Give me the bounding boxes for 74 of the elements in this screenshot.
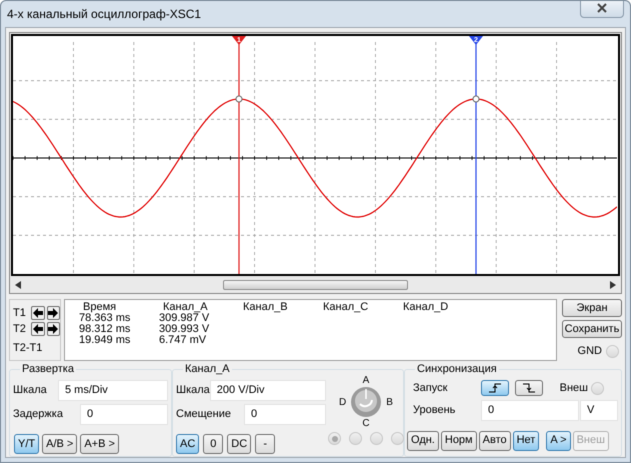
action-button[interactable]: Сохранить — [562, 320, 622, 338]
field-label: Смещение — [176, 407, 232, 422]
toggle-button[interactable]: Авто — [478, 430, 511, 450]
left-arrow-icon — [32, 324, 43, 334]
toggle-button[interactable]: Нет — [512, 430, 540, 450]
arrow-button[interactable] — [46, 322, 60, 336]
table-cell-text: 309.987 V — [158, 313, 210, 324]
edge-button[interactable] — [481, 380, 509, 396]
knob-label: B — [386, 396, 393, 410]
cursor-label: T1 — [13, 306, 27, 320]
radio-button[interactable] — [591, 382, 604, 395]
radio-button[interactable] — [606, 344, 619, 358]
input-field[interactable]: 0 — [80, 404, 168, 425]
rising-edge-icon — [489, 383, 501, 394]
window-title: 4-х канальный осциллограф-XSC1 — [7, 6, 202, 23]
right-arrow-icon — [48, 324, 58, 334]
action-button[interactable]: Экран — [562, 299, 622, 317]
input-field[interactable]: 0 — [244, 404, 326, 425]
toggle-button[interactable]: - — [255, 434, 276, 454]
table-cell-text: 78.363 ms — [78, 313, 132, 324]
toggle-button[interactable]: DC — [227, 434, 252, 454]
input-field[interactable]: 200 V/Div — [210, 380, 326, 401]
knob-label: D — [339, 396, 346, 410]
toggle-button[interactable]: AC — [176, 434, 200, 454]
table-cell-text: 98.312 ms — [78, 324, 132, 335]
toggle-button[interactable]: Y/T — [14, 434, 40, 454]
toggle-button[interactable]: A+B > — [80, 434, 119, 454]
column-header: Канал_A — [162, 302, 209, 313]
scrollbar-thumb[interactable] — [223, 280, 408, 290]
group-title: Развертка — [20, 362, 76, 376]
input-field[interactable]: V — [580, 400, 618, 420]
table-cell-text: 19.949 ms — [78, 335, 132, 346]
group-title: Канал_A — [183, 362, 232, 376]
left-arrow-icon — [32, 308, 43, 318]
radio-button[interactable] — [391, 432, 404, 445]
radio-button[interactable] — [349, 432, 362, 445]
column-header: Канал_B — [242, 302, 289, 313]
input-field[interactable]: 0 — [481, 400, 579, 420]
cursor-label: T2-T1 — [13, 340, 42, 354]
toggle-button[interactable]: 0 — [203, 434, 224, 454]
arrow-button[interactable] — [31, 322, 44, 336]
toggle-button[interactable]: Норм — [440, 430, 477, 450]
arrow-button[interactable] — [46, 306, 60, 320]
close-icon — [597, 3, 607, 13]
column-header: Канал_C — [322, 302, 370, 313]
field-label: Запуск — [413, 381, 448, 396]
field-label: Задержка — [13, 407, 63, 422]
radio-button[interactable] — [370, 432, 383, 445]
channel-knob-icon[interactable] — [350, 386, 382, 418]
gnd-label: GND — [578, 344, 602, 359]
table-cell-text: 6.747 mV — [158, 335, 208, 346]
knob-label: A — [362, 375, 370, 386]
arrow-button[interactable] — [31, 306, 44, 320]
column-header: Канал_D — [402, 302, 450, 313]
radio-button[interactable] — [328, 432, 341, 445]
toggle-button[interactable]: A > — [546, 430, 571, 450]
close-button[interactable] — [580, 1, 624, 18]
right-arrow-icon — [48, 308, 58, 318]
ext-label: Внеш — [560, 381, 588, 396]
toggle-button[interactable]: A/B > — [42, 434, 78, 454]
right-arrow-icon[interactable] — [610, 281, 616, 289]
knob-label: C — [362, 418, 370, 429]
field-label: Уровень — [413, 402, 456, 418]
left-arrow-icon[interactable] — [15, 281, 21, 289]
field-label: Шкала — [176, 383, 210, 398]
input-field[interactable]: 5 ms/Div — [58, 380, 168, 401]
edge-button[interactable] — [515, 380, 543, 396]
column-header: Время — [82, 302, 118, 313]
group-title: Синхронизация — [415, 362, 499, 376]
toggle-button[interactable]: Одн. — [407, 430, 439, 450]
table-cell-text: 309.993 V — [158, 324, 210, 335]
falling-edge-icon — [523, 383, 535, 394]
field-label: Шкала — [13, 383, 47, 398]
cursor-label: T2 — [13, 322, 27, 336]
